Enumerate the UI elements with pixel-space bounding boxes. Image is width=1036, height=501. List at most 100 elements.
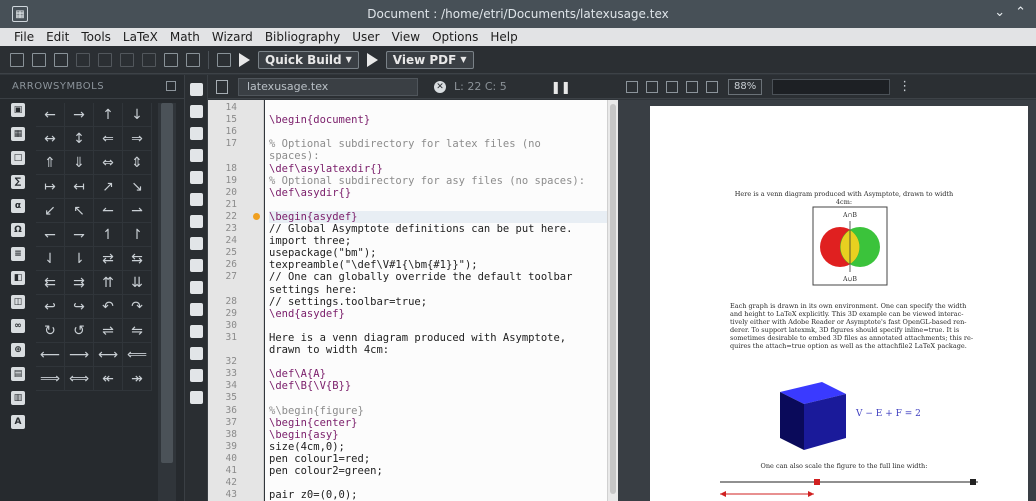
minimize-icon[interactable]: ⌄ xyxy=(994,5,1005,20)
menu-item-options[interactable]: Options xyxy=(432,30,478,44)
symbol-button[interactable]: ⟵ xyxy=(36,343,65,367)
symbol-button[interactable]: ⇐ xyxy=(94,127,123,151)
editor-scrollbar[interactable] xyxy=(607,100,618,501)
code-line[interactable]: \begin{center} xyxy=(269,417,358,429)
code-line[interactable]: pen colour2=green; xyxy=(269,465,383,477)
symbol-button[interactable]: ↞ xyxy=(94,367,123,391)
print-icon[interactable] xyxy=(186,52,200,67)
symbol-button[interactable]: ⇋ xyxy=(123,319,152,343)
symbol-button[interactable]: ⟹ xyxy=(36,367,65,391)
symbols-scrollbar[interactable] xyxy=(158,103,176,501)
symbol-button[interactable]: ↪ xyxy=(65,295,94,319)
category-icon[interactable]: ∞ xyxy=(11,319,25,333)
symbol-button[interactable]: ⟷ xyxy=(94,343,123,367)
symbol-button[interactable]: → xyxy=(65,103,94,127)
symbol-button[interactable]: ⇑ xyxy=(36,151,65,175)
code-line[interactable]: \begin{document} xyxy=(269,114,370,126)
structure-tool-icon[interactable] xyxy=(190,281,203,294)
structure-tool-icon[interactable] xyxy=(190,347,203,360)
category-icon[interactable]: ∑ xyxy=(11,175,25,189)
code-line[interactable]: spaces): xyxy=(269,150,320,162)
zoom-out-icon[interactable] xyxy=(686,80,698,93)
code-line[interactable]: % Optional subdirectory for asy files (n… xyxy=(269,175,585,187)
symbol-button[interactable]: ↽ xyxy=(36,223,65,247)
bookmark-marker[interactable] xyxy=(253,212,260,220)
symbol-button[interactable]: ← xyxy=(36,103,65,127)
code-line[interactable]: \def\asydir{} xyxy=(269,187,351,199)
redo-icon[interactable] xyxy=(98,52,112,67)
symbol-button[interactable]: ↺ xyxy=(65,319,94,343)
code-line[interactable]: \end{asydef} xyxy=(269,308,345,320)
code-line[interactable]: \begin{asydef} xyxy=(269,210,607,223)
structure-tool-icon[interactable] xyxy=(190,127,203,140)
pause-icon[interactable]: ❚❚ xyxy=(551,80,571,94)
menu-item-tools[interactable]: Tools xyxy=(81,30,111,44)
code-line[interactable]: Here is a venn diagram produced with Asy… xyxy=(269,332,566,344)
structure-tool-icon[interactable] xyxy=(190,193,203,206)
structure-tool-icon[interactable] xyxy=(190,369,203,382)
structure-tool-icon[interactable] xyxy=(190,259,203,272)
symbol-button[interactable]: ⇂ xyxy=(65,247,94,271)
scrollbar-thumb[interactable] xyxy=(161,103,173,463)
symbol-button[interactable]: ↩ xyxy=(36,295,65,319)
menu-item-wizard[interactable]: Wizard xyxy=(212,30,253,44)
symbol-button[interactable]: ⇁ xyxy=(65,223,94,247)
structure-tool-icon[interactable] xyxy=(190,325,203,338)
symbol-button[interactable]: ⇀ xyxy=(123,199,152,223)
symbol-button[interactable]: ⟺ xyxy=(65,367,94,391)
structure-tool-icon[interactable] xyxy=(190,391,203,404)
code-line[interactable]: %\begin{figure} xyxy=(269,405,364,417)
symbol-button[interactable]: ↖ xyxy=(65,199,94,223)
menu-item-bibliography[interactable]: Bibliography xyxy=(265,30,340,44)
symbol-button[interactable]: ↷ xyxy=(123,295,152,319)
page-icon[interactable] xyxy=(626,80,638,93)
symbol-button[interactable]: ⇒ xyxy=(123,127,152,151)
document-list-icon[interactable] xyxy=(216,79,228,94)
category-icon[interactable]: ◫ xyxy=(11,295,25,309)
category-icon[interactable]: ▥ xyxy=(11,391,25,405)
tab-latexusage[interactable]: latexusage.tex xyxy=(238,77,418,96)
symbol-button[interactable]: ↗ xyxy=(94,175,123,199)
symbol-button[interactable]: ⇕ xyxy=(123,151,152,175)
category-icon[interactable]: α xyxy=(11,199,25,213)
symbol-button[interactable]: ⇇ xyxy=(36,271,65,295)
symbol-button[interactable]: ⇊ xyxy=(123,271,152,295)
code-line[interactable]: \begin{asy} xyxy=(269,429,339,441)
symbol-button[interactable]: ⟸ xyxy=(123,343,152,367)
symbol-button[interactable]: ⟶ xyxy=(65,343,94,367)
code-line[interactable]: drawn to width 4cm: xyxy=(269,344,389,356)
fit-page-icon[interactable] xyxy=(666,80,678,93)
category-icon[interactable]: Ω xyxy=(11,223,25,237)
code-line[interactable]: texpreamble("\def\V#1{\bm{#1}}"); xyxy=(269,259,478,271)
symbol-button[interactable]: ↾ xyxy=(123,223,152,247)
code-editor[interactable]: \begin{document} % Optional subdirectory … xyxy=(265,100,607,501)
zoom-in-icon[interactable] xyxy=(706,80,718,93)
menu-item-view[interactable]: View xyxy=(392,30,420,44)
view-pdf-combo[interactable]: View PDF ▼ xyxy=(385,50,474,69)
category-icon[interactable]: ▣ xyxy=(11,103,25,117)
copy-icon[interactable] xyxy=(142,52,156,67)
save-icon[interactable] xyxy=(54,52,68,67)
menu-item-latex[interactable]: LaTeX xyxy=(123,30,158,44)
quick-build-combo[interactable]: Quick Build ▼ xyxy=(258,50,359,69)
scrollbar-thumb[interactable] xyxy=(610,104,616,494)
fit-width-icon[interactable] xyxy=(646,80,658,93)
symbol-button[interactable]: ⇔ xyxy=(94,151,123,175)
menu-item-user[interactable]: User xyxy=(352,30,379,44)
maximize-icon[interactable]: ⌃ xyxy=(1015,5,1026,20)
structure-tool-icon[interactable] xyxy=(190,303,203,316)
menu-item-edit[interactable]: Edit xyxy=(46,30,69,44)
view-run-icon[interactable] xyxy=(366,52,378,67)
paste-icon[interactable] xyxy=(164,52,178,67)
symbol-button[interactable]: ↘ xyxy=(123,175,152,199)
structure-icon[interactable] xyxy=(217,52,231,67)
category-icon[interactable]: ⊕ xyxy=(11,343,25,357)
symbol-button[interactable]: ↶ xyxy=(94,295,123,319)
panel-float-icon[interactable] xyxy=(166,81,176,91)
category-icon[interactable]: ▦ xyxy=(11,127,25,141)
code-line[interactable]: // Global Asymptote definitions can be p… xyxy=(269,223,572,235)
symbol-button[interactable]: ⇓ xyxy=(65,151,94,175)
structure-tool-icon[interactable] xyxy=(190,105,203,118)
symbol-button[interactable]: ⇉ xyxy=(65,271,94,295)
menu-item-file[interactable]: File xyxy=(14,30,34,44)
